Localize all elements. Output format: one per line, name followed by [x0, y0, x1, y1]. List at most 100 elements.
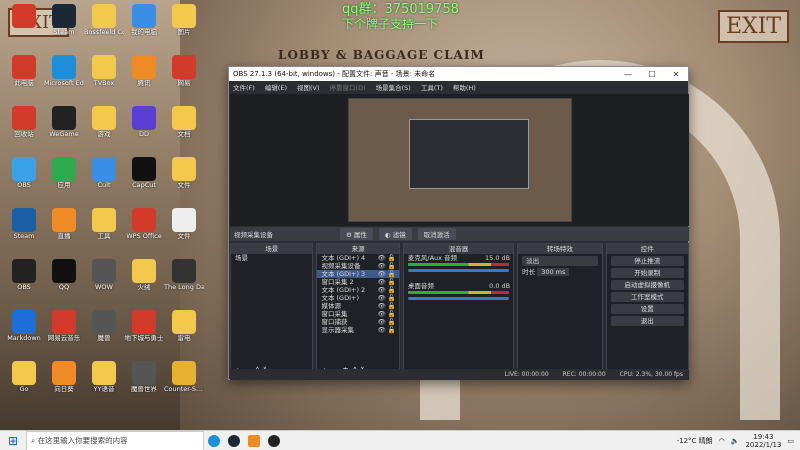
control-button[interactable]: 停止推流 [610, 256, 684, 266]
visibility-icon[interactable]: 👁 🔓 [377, 310, 395, 318]
visibility-icon[interactable]: 👁 🔓 [377, 318, 395, 326]
desktop-icon[interactable]: The Long Dark [164, 259, 204, 303]
desktop-icon[interactable]: DD [124, 106, 164, 150]
close-icon[interactable]: ✕ [664, 70, 688, 79]
desktop-icon-label: 游戏 [97, 131, 111, 138]
control-button[interactable]: 退出 [610, 316, 684, 326]
source-item[interactable]: 窗口捕获 👁 🔓 [317, 318, 398, 326]
properties-button[interactable]: ⚙ 属性 [340, 228, 373, 240]
source-item[interactable]: 窗口采集 👁 🔓 [317, 310, 398, 318]
taskbar-search[interactable]: ⌕ 在这里输入你要搜索的内容 [26, 430, 204, 450]
source-item[interactable]: 文本 (GDI+) 2 👁 🔓 [317, 286, 398, 294]
source-item[interactable]: 文本 (GDI+) 4 👁 🔓 [317, 254, 398, 262]
desktop-icon[interactable]: WPS Office [124, 208, 164, 252]
source-item[interactable]: 文本 (GDI+) 👁 🔓 [317, 294, 398, 302]
obs-taskbar-icon[interactable] [264, 431, 284, 450]
menu-item[interactable]: 帮助(H) [453, 82, 476, 92]
source-item[interactable]: 显示器采集 👁 🔓 [317, 326, 398, 334]
visibility-icon[interactable]: 👁 🔓 [377, 262, 395, 270]
clock[interactable]: 19:43 2022/1/13 [745, 433, 781, 449]
desktop-icon[interactable]: 火绒 [124, 259, 164, 303]
desktop-icon[interactable]: 回收站 [4, 106, 44, 150]
scene-item[interactable]: 场景 [231, 254, 312, 262]
transition-select[interactable]: 淡出 [522, 256, 598, 266]
desktop-icon[interactable]: OBS [4, 157, 44, 201]
desktop-icon[interactable]: 游戏 [84, 106, 124, 150]
obs-titlebar[interactable]: OBS 27.1.3 (64-bit, windows) - 配置文件: 声音 … [229, 67, 688, 81]
desktop-icon[interactable]: 文档 [164, 106, 204, 150]
edge-taskbar-icon[interactable] [204, 431, 224, 450]
windows-start-icon[interactable]: ⊞ [0, 434, 26, 448]
desktop-icon[interactable]: QQ [44, 259, 84, 303]
desktop-icon[interactable]: Bossfeeld Ccd [84, 4, 124, 48]
notification-icon[interactable]: ▭ [787, 437, 794, 445]
desktop-icon[interactable]: 向日葵 [44, 361, 84, 405]
app-icon [52, 361, 76, 385]
desktop-icon[interactable]: TVBox [84, 55, 124, 99]
control-button[interactable]: 开始录制 [610, 268, 684, 278]
desktop-icon[interactable]: Cult [84, 157, 124, 201]
desktop-icon[interactable]: Go [4, 361, 44, 405]
desktop-icon[interactable]: 工具 [84, 208, 124, 252]
steam-taskbar-icon[interactable] [224, 431, 244, 450]
desktop-icon[interactable]: OBS [4, 259, 44, 303]
desktop-icon[interactable]: 雷电 [164, 310, 204, 354]
source-item[interactable]: 文本 (GDI+) 3 👁 🔓 [317, 270, 399, 278]
desktop-icon[interactable]: 魔兽世界 [124, 361, 164, 405]
desktop-icon[interactable]: 网易云音乐 [44, 310, 84, 354]
desktop-icon[interactable]: WeGame [44, 106, 84, 150]
menu-item[interactable]: 文件(F) [233, 82, 255, 92]
visibility-icon[interactable]: 👁 🔓 [377, 302, 395, 310]
source-item[interactable]: 窗口采集 2 👁 🔓 [317, 278, 398, 286]
deactivate-button[interactable]: 取消激活 [417, 228, 456, 240]
desktop-icon[interactable]: 魔兽 [84, 310, 124, 354]
visibility-icon[interactable]: 👁 🔓 [377, 326, 395, 334]
desktop-icon[interactable]: Counter-S... Global Off... [164, 361, 204, 405]
desktop-icon[interactable]: Markdown [4, 310, 44, 354]
desktop-icon[interactable]: Microsoft Edge [44, 55, 84, 99]
visibility-icon[interactable]: 👁 🔓 [377, 278, 395, 286]
visibility-icon[interactable]: 👁 🔓 [377, 254, 395, 262]
desktop-icon[interactable]: 应用 [44, 157, 84, 201]
mic-volume-slider[interactable] [407, 269, 510, 272]
filters-button[interactable]: ◐ 滤镜 [378, 228, 412, 240]
desktop-icon[interactable]: 文件 [164, 208, 204, 252]
desktop-icon[interactable]: 直播 [44, 208, 84, 252]
obs-window[interactable]: OBS 27.1.3 (64-bit, windows) - 配置文件: 声音 … [228, 66, 689, 380]
desktop-icon[interactable] [4, 4, 44, 48]
desktop-icon[interactable]: Steam [44, 4, 84, 48]
duration-input[interactable]: 300 ms [537, 268, 570, 276]
control-button[interactable]: 启动虚拟摄像机 [610, 280, 684, 290]
source-item[interactable]: 视频采集设备 👁 🔓 [317, 262, 398, 270]
obs-preview[interactable] [230, 94, 689, 226]
desktop-icon[interactable]: CapCut [124, 157, 164, 201]
visibility-icon[interactable]: 👁 🔓 [377, 270, 395, 278]
source-item[interactable]: 媒体源 👁 🔓 [317, 302, 398, 310]
menu-item[interactable]: 工具(T) [421, 82, 443, 92]
desktop-icon[interactable]: 图片 [164, 4, 204, 48]
volume-icon[interactable]: 🔈 [731, 437, 740, 445]
control-button[interactable]: 设置 [610, 304, 684, 314]
desktop-icon[interactable]: 腾讯 [124, 55, 164, 99]
visibility-icon[interactable]: 👁 🔓 [377, 294, 395, 302]
minimize-icon[interactable]: — [616, 70, 640, 79]
desktop-icon[interactable]: WOW [84, 259, 124, 303]
menu-item[interactable]: 视图(V) [297, 82, 320, 92]
desktop-icon[interactable]: 此电脑 [4, 55, 44, 99]
desktop-icon[interactable]: YY语音 [84, 361, 124, 405]
desktop-icon[interactable]: 文件 [164, 157, 204, 201]
desktop-volume-slider[interactable] [407, 297, 510, 300]
control-button[interactable]: 工作室模式 [610, 292, 684, 302]
menu-item[interactable]: 场景集合(S) [376, 82, 411, 92]
maximize-icon[interactable]: ☐ [640, 70, 664, 79]
desktop-icon[interactable]: Steam [4, 208, 44, 252]
menu-item[interactable]: 停靠窗口(D) [330, 82, 366, 92]
app-taskbar-icon[interactable] [244, 431, 264, 450]
scenes-header: 场景 [231, 244, 313, 254]
desktop-icon[interactable]: 地下城与勇士 [124, 310, 164, 354]
desktop-icon[interactable]: 我的电脑 [124, 4, 164, 48]
network-icon[interactable]: ◠ [719, 437, 725, 445]
visibility-icon[interactable]: 👁 🔓 [377, 286, 395, 294]
desktop-icon[interactable]: 网易 [164, 55, 204, 99]
menu-item[interactable]: 编辑(E) [265, 82, 287, 92]
